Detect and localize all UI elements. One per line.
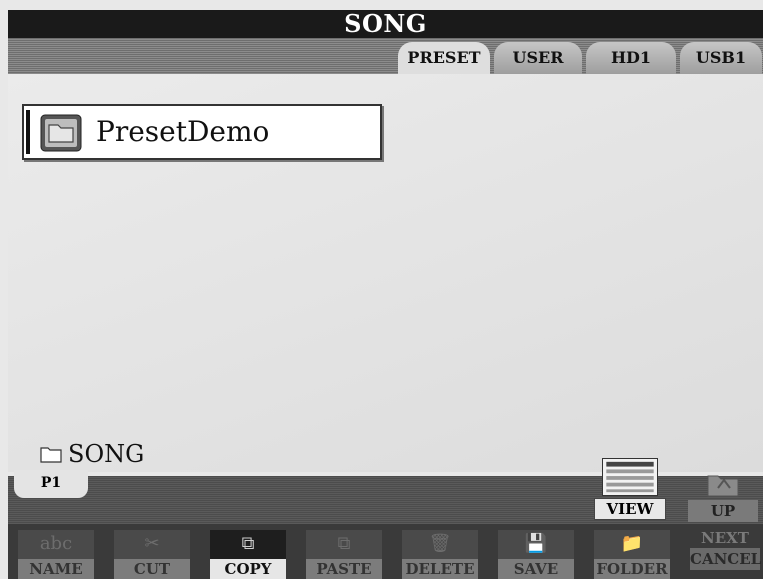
tab-user[interactable]: USER (494, 42, 582, 74)
file-item-presetdemo[interactable]: PresetDemo (22, 104, 382, 160)
screen-title: SONG (344, 9, 427, 38)
copy-button-label: COPY (210, 559, 286, 579)
folder-icon (40, 114, 82, 152)
new-folder-icon: 📁 (620, 533, 644, 554)
delete-button-label: DELETE (402, 559, 478, 579)
current-path: SONG (40, 440, 144, 468)
delete-button[interactable]: 🗑 DELETE (402, 530, 478, 579)
save-icon: 💾 (524, 533, 548, 554)
cut-button-label: CUT (114, 559, 190, 579)
next-label: NEXT (701, 529, 749, 547)
name-button-label: NAME (18, 559, 94, 579)
name-button[interactable]: abc NAME (18, 530, 94, 579)
trash-icon: 🗑 (428, 533, 452, 554)
tab-preset[interactable]: PRESET (398, 42, 490, 76)
save-button[interactable]: 💾 SAVE (498, 530, 574, 579)
folder-button-label: FOLDER (594, 559, 670, 579)
tab-usb1[interactable]: USB1 (680, 42, 762, 74)
view-button[interactable]: VIEW (594, 458, 666, 520)
cut-button[interactable]: ✂ CUT (114, 530, 190, 579)
current-path-label: SONG (68, 440, 145, 468)
cancel-label: CANCEL (690, 548, 762, 570)
paste-button-label: PASTE (306, 559, 382, 579)
copy-button[interactable]: ⧉ COPY (210, 530, 286, 579)
folder-icon (40, 447, 62, 463)
scissors-icon: ✂ (144, 533, 160, 554)
save-button-label: SAVE (498, 559, 574, 579)
next-cancel-button[interactable]: NEXT CANCEL (690, 528, 762, 579)
title-bar: SONG (8, 10, 763, 38)
selection-marker (26, 110, 30, 154)
copy-icon: ⧉ (241, 533, 255, 554)
list-view-icon (602, 458, 658, 496)
paste-icon: ⧉ (337, 533, 351, 554)
up-button[interactable]: UP (688, 468, 758, 522)
tab-hd1[interactable]: HD1 (586, 42, 676, 74)
view-button-label: VIEW (594, 498, 666, 520)
folder-up-icon (707, 475, 739, 497)
paste-button[interactable]: ⧉ PASTE (306, 530, 382, 579)
up-button-label: UP (688, 500, 758, 522)
file-name: PresetDemo (96, 115, 270, 148)
rename-icon: abc (39, 533, 73, 554)
folder-button[interactable]: 📁 FOLDER (594, 530, 670, 579)
page-tab[interactable]: P1 (14, 470, 88, 498)
